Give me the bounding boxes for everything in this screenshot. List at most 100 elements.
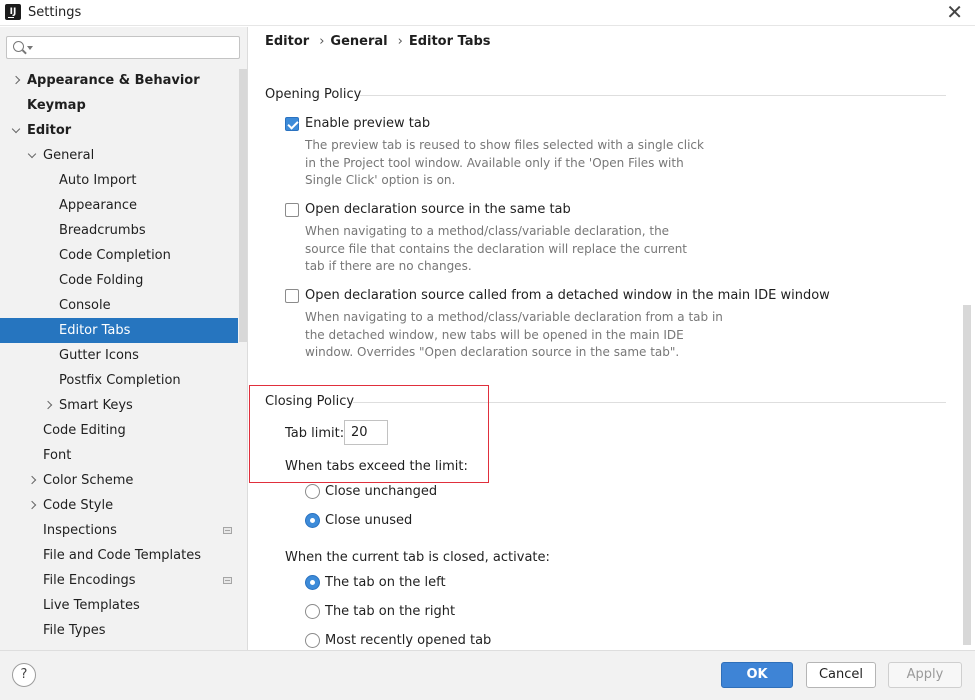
open-declaration-main-window-hint: When navigating to a method/class/variab… bbox=[305, 310, 723, 359]
breadcrumb-item[interactable]: Editor bbox=[265, 34, 309, 49]
sidebar-item-breadcrumbs[interactable]: Breadcrumbs bbox=[0, 218, 238, 243]
tab-on-right-radio[interactable] bbox=[305, 604, 320, 619]
tab-on-right-label[interactable]: The tab on the right bbox=[325, 604, 455, 619]
project-scope-icon bbox=[223, 577, 232, 584]
most-recent-tab-label[interactable]: Most recently opened tab bbox=[325, 633, 491, 648]
sidebar-item-gutter-icons[interactable]: Gutter Icons bbox=[0, 343, 238, 368]
sidebar-item-label: Live Templates bbox=[43, 598, 140, 613]
tab-on-left-radio[interactable] bbox=[305, 575, 320, 590]
project-scope-icon bbox=[223, 527, 232, 534]
help-button[interactable]: ? bbox=[12, 663, 36, 687]
sidebar-item-code-style[interactable]: Code Style bbox=[0, 493, 238, 518]
app-logo-icon: IJ bbox=[5, 4, 21, 20]
chevron-down-icon[interactable] bbox=[28, 143, 38, 168]
enable-preview-tab-hint: The preview tab is reused to show files … bbox=[305, 138, 704, 187]
sidebar-item-file-and-code-templates[interactable]: File and Code Templates bbox=[0, 543, 238, 568]
chevron-down-icon[interactable] bbox=[12, 118, 22, 143]
sidebar-item-label: Keymap bbox=[27, 98, 86, 113]
content-scrollbar[interactable] bbox=[963, 305, 971, 645]
tab-on-left-label[interactable]: The tab on the left bbox=[325, 575, 446, 590]
sidebar-item-editor-tabs[interactable]: Editor Tabs bbox=[0, 318, 238, 343]
sidebar-item-file-encodings[interactable]: File Encodings bbox=[0, 568, 238, 593]
search-history-dropdown-icon[interactable] bbox=[27, 46, 33, 50]
chevron-right-icon: › bbox=[319, 34, 325, 49]
close-icon[interactable]: ✕ bbox=[946, 0, 963, 24]
sidebar-item-label: Color Scheme bbox=[43, 473, 134, 488]
sidebar-item-label: Inspections bbox=[43, 523, 117, 538]
sidebar-item-label: File and Code Templates bbox=[43, 548, 201, 563]
enable-preview-tab-checkbox[interactable] bbox=[285, 117, 299, 131]
chevron-right-icon[interactable] bbox=[28, 493, 38, 518]
open-declaration-same-tab-checkbox[interactable] bbox=[285, 203, 299, 217]
title-bar: IJ Settings ✕ bbox=[0, 0, 975, 26]
sidebar-item-label: Code Style bbox=[43, 498, 114, 513]
sidebar-item-label: Code Folding bbox=[59, 273, 144, 288]
sidebar-item-smart-keys[interactable]: Smart Keys bbox=[0, 393, 238, 418]
close-unchanged-label[interactable]: Close unchanged bbox=[325, 484, 437, 499]
open-declaration-main-window-label[interactable]: Open declaration source called from a de… bbox=[305, 288, 830, 303]
sidebar-item-font[interactable]: Font bbox=[0, 443, 238, 468]
sidebar-item-color-scheme[interactable]: Color Scheme bbox=[0, 468, 238, 493]
open-declaration-main-window-checkbox[interactable] bbox=[285, 289, 299, 303]
opening-policy-title: Opening Policy bbox=[265, 87, 362, 102]
sidebar-item-label: Smart Keys bbox=[59, 398, 133, 413]
most-recent-tab-radio[interactable] bbox=[305, 633, 320, 648]
close-unchanged-radio[interactable] bbox=[305, 484, 320, 499]
sidebar-item-label: Editor bbox=[27, 123, 72, 138]
sidebar-item-label: Code Editing bbox=[43, 423, 126, 438]
ok-button[interactable]: OK bbox=[721, 662, 793, 688]
sidebar-item-label: Console bbox=[59, 298, 111, 313]
chevron-right-icon[interactable] bbox=[44, 393, 54, 418]
sidebar-item-code-editing[interactable]: Code Editing bbox=[0, 418, 238, 443]
closing-policy-highlight-box bbox=[249, 385, 489, 483]
sidebar-item-postfix-completion[interactable]: Postfix Completion bbox=[0, 368, 238, 393]
sidebar-item-code-completion[interactable]: Code Completion bbox=[0, 243, 238, 268]
sidebar-item-file-types[interactable]: File Types bbox=[0, 618, 238, 643]
sidebar-item-inspections[interactable]: Inspections bbox=[0, 518, 238, 543]
sidebar-item-label: Breadcrumbs bbox=[59, 223, 146, 238]
sidebar-item-code-folding[interactable]: Code Folding bbox=[0, 268, 238, 293]
sidebar-item-label: Code Completion bbox=[59, 248, 171, 263]
dialog-footer: ? OK Cancel Apply bbox=[0, 650, 975, 700]
settings-content: Editor › General › Editor Tabs Opening Polic… bbox=[249, 27, 975, 650]
open-declaration-same-tab-hint: When navigating to a method/class/variab… bbox=[305, 224, 688, 273]
sidebar-item-auto-import[interactable]: Auto Import bbox=[0, 168, 238, 193]
settings-sidebar: Appearance & Behavior Keymap Editor General… bbox=[0, 27, 248, 650]
sidebar-item-label: Appearance & Behavior bbox=[27, 73, 200, 88]
search-input[interactable] bbox=[6, 36, 240, 59]
chevron-right-icon[interactable] bbox=[12, 68, 22, 93]
breadcrumb: Editor › General › Editor Tabs bbox=[265, 34, 497, 49]
close-unused-radio[interactable] bbox=[305, 513, 320, 528]
close-unused-label[interactable]: Close unused bbox=[325, 513, 412, 528]
sidebar-item-console[interactable]: Console bbox=[0, 293, 238, 318]
enable-preview-tab-label[interactable]: Enable preview tab bbox=[305, 116, 430, 131]
chevron-right-icon[interactable] bbox=[28, 468, 38, 493]
breadcrumb-item[interactable]: General bbox=[330, 34, 387, 49]
search-icon bbox=[13, 41, 24, 52]
sidebar-item-keymap[interactable]: Keymap bbox=[0, 93, 238, 118]
sidebar-item-label: Font bbox=[43, 448, 72, 463]
sidebar-item-live-templates[interactable]: Live Templates bbox=[0, 593, 238, 618]
sidebar-item-appearance-behavior[interactable]: Appearance & Behavior bbox=[0, 68, 238, 93]
sidebar-item-label: Appearance bbox=[59, 198, 138, 213]
sidebar-item-appearance[interactable]: Appearance bbox=[0, 193, 238, 218]
sidebar-scrollbar[interactable] bbox=[239, 69, 247, 342]
cancel-button[interactable]: Cancel bbox=[806, 662, 876, 688]
sidebar-item-label: Editor Tabs bbox=[59, 323, 131, 338]
activate-on-close-label: When the current tab is closed, activate… bbox=[285, 550, 550, 565]
open-declaration-same-tab-label[interactable]: Open declaration source in the same tab bbox=[305, 202, 571, 217]
sidebar-item-label: General bbox=[43, 148, 95, 163]
apply-button[interactable]: Apply bbox=[888, 662, 962, 688]
settings-tree: Appearance & Behavior Keymap Editor General… bbox=[0, 68, 238, 643]
window-title: Settings bbox=[28, 5, 82, 20]
sidebar-item-label: Auto Import bbox=[59, 173, 137, 188]
sidebar-item-label: Postfix Completion bbox=[59, 373, 181, 388]
sidebar-item-label: File Types bbox=[43, 623, 106, 638]
section-divider bbox=[359, 95, 946, 96]
sidebar-item-editor[interactable]: Editor bbox=[0, 118, 238, 143]
chevron-right-icon: › bbox=[397, 34, 403, 49]
sidebar-item-label: File Encodings bbox=[43, 573, 136, 588]
sidebar-item-label: Gutter Icons bbox=[59, 348, 139, 363]
sidebar-item-general[interactable]: General bbox=[0, 143, 238, 168]
breadcrumb-item: Editor Tabs bbox=[408, 34, 491, 49]
